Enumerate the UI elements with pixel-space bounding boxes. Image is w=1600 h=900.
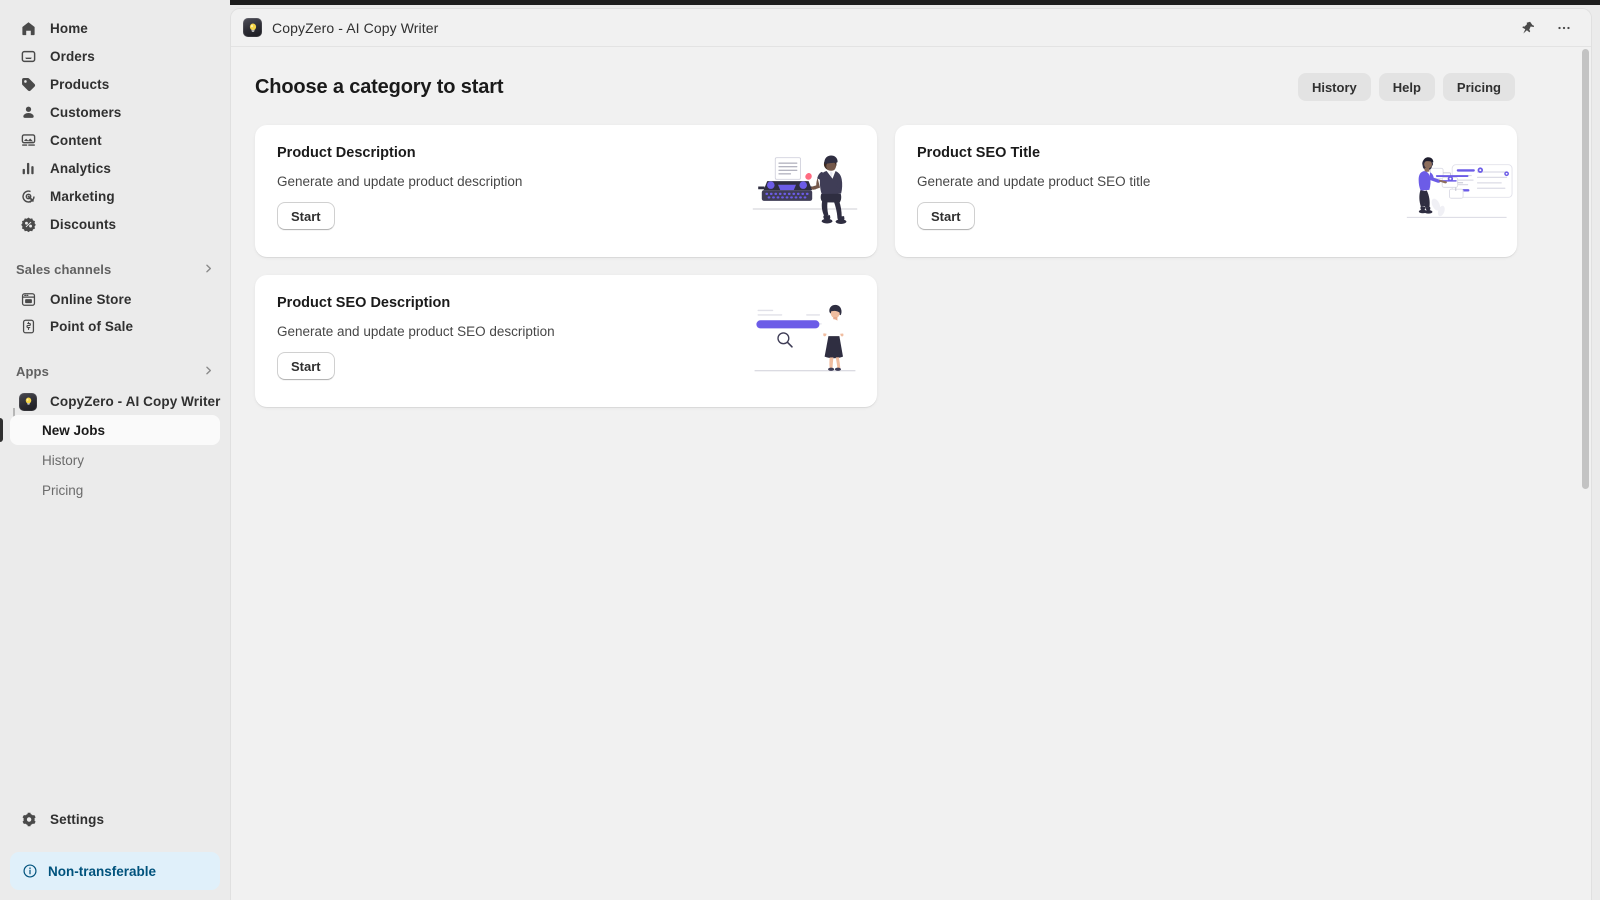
sidebar-item-label: Analytics	[50, 161, 111, 176]
sidebar-section-sales-channels[interactable]: Sales channels	[0, 256, 230, 282]
app-topbar: CopyZero - AI Copy Writer	[231, 9, 1591, 47]
sidebar-item-label: Point of Sale	[50, 319, 133, 334]
section-title: Apps	[16, 364, 49, 379]
section-title: Sales channels	[16, 262, 111, 277]
pin-icon[interactable]	[1515, 15, 1541, 41]
page-title: Choose a category to start	[255, 76, 503, 99]
sidebar-item-label: Discounts	[50, 217, 116, 232]
content-inner: Choose a category to start History Help …	[231, 47, 1541, 431]
sidebar-item-history[interactable]: History	[10, 445, 220, 475]
typewriter-person-illustration	[751, 152, 859, 230]
sidebar-item-new-jobs[interactable]: New Jobs	[10, 415, 220, 445]
sidebar-item-label: Home	[50, 21, 88, 36]
sidebar-app-subnav: New Jobs History Pricing	[0, 415, 230, 505]
sidebar-item-marketing[interactable]: Marketing	[10, 182, 220, 210]
card-subtitle: Generate and update product description	[277, 174, 855, 189]
main-area: CopyZero - AI Copy Writer Choose a categ…	[230, 0, 1600, 900]
category-card-product-description[interactable]: Product Description Generate and update …	[255, 125, 877, 257]
sidebar: Home Orders Products Customers	[0, 0, 230, 900]
sidebar-item-label: Customers	[50, 105, 121, 120]
page-header: Choose a category to start History Help …	[255, 73, 1517, 101]
sidebar-item-point-of-sale[interactable]: Point of Sale	[10, 313, 220, 340]
more-horizontal-icon[interactable]	[1551, 15, 1577, 41]
copyzero-app-icon	[243, 18, 262, 37]
help-button[interactable]: Help	[1379, 73, 1435, 101]
content-image-icon	[18, 130, 38, 150]
sidebar-item-label: CopyZero - AI Copy Writer	[50, 394, 221, 409]
category-card-product-seo-title[interactable]: Product SEO Title Generate and update pr…	[895, 125, 1517, 257]
sidebar-item-orders[interactable]: Orders	[10, 42, 220, 70]
home-icon	[18, 18, 38, 38]
start-button[interactable]: Start	[917, 202, 975, 230]
marketing-target-icon	[18, 186, 38, 206]
sidebar-item-label: New Jobs	[42, 423, 105, 438]
sidebar-item-content[interactable]: Content	[10, 126, 220, 154]
sidebar-item-analytics[interactable]: Analytics	[10, 154, 220, 182]
sidebar-sales-channels-nav: Online Store Point of Sale	[0, 286, 230, 340]
vertical-scrollbar[interactable]	[1582, 49, 1589, 489]
chevron-right-icon	[203, 263, 214, 276]
sidebar-item-label: Products	[50, 77, 109, 92]
sidebar-item-customers[interactable]: Customers	[10, 98, 220, 126]
sidebar-primary-nav: Home Orders Products Customers	[0, 14, 230, 238]
card-title: Product Description	[277, 145, 855, 161]
woman-flowchart-illustration	[1395, 152, 1513, 230]
sidebar-item-label: Settings	[50, 812, 104, 827]
start-button[interactable]: Start	[277, 352, 335, 380]
gear-icon	[18, 809, 38, 829]
history-button[interactable]: History	[1298, 73, 1371, 101]
card-title: Product SEO Description	[277, 295, 855, 311]
sidebar-item-label: History	[42, 453, 84, 468]
products-tag-icon	[18, 74, 38, 94]
card-subtitle: Generate and update product SEO descript…	[277, 324, 855, 339]
sidebar-item-copyzero-app[interactable]: CopyZero - AI Copy Writer	[10, 388, 220, 415]
header-actions: History Help Pricing	[1298, 73, 1515, 101]
chevron-right-icon	[203, 365, 214, 378]
sidebar-apps-nav: CopyZero - AI Copy Writer	[0, 388, 230, 415]
analytics-bars-icon	[18, 158, 38, 178]
banner-label: Non-transferable	[48, 864, 156, 879]
sidebar-item-label: Orders	[50, 49, 95, 64]
point-of-sale-icon	[18, 317, 38, 337]
sidebar-item-pricing[interactable]: Pricing	[10, 475, 220, 505]
start-button[interactable]: Start	[277, 202, 335, 230]
category-card-grid: Product Description Generate and update …	[255, 125, 1517, 407]
sidebar-item-products[interactable]: Products	[10, 70, 220, 98]
sidebar-item-home[interactable]: Home	[10, 14, 220, 42]
sidebar-item-label: Pricing	[42, 483, 83, 498]
sidebar-section-apps[interactable]: Apps	[0, 358, 230, 384]
pricing-button[interactable]: Pricing	[1443, 73, 1515, 101]
customers-person-icon	[18, 102, 38, 122]
app-title: CopyZero - AI Copy Writer	[272, 20, 438, 36]
sidebar-item-label: Content	[50, 133, 102, 148]
search-bar-woman-illustration	[751, 302, 859, 380]
info-circle-icon	[22, 863, 38, 879]
sidebar-item-label: Marketing	[50, 189, 115, 204]
embedded-app-frame: CopyZero - AI Copy Writer Choose a categ…	[230, 8, 1592, 900]
sidebar-item-label: Online Store	[50, 292, 131, 307]
sidebar-item-online-store[interactable]: Online Store	[10, 286, 220, 313]
card-subtitle: Generate and update product SEO title	[917, 174, 1495, 189]
orders-inbox-icon	[18, 46, 38, 66]
copyzero-app-icon	[18, 392, 38, 412]
card-title: Product SEO Title	[917, 145, 1495, 161]
category-card-product-seo-description[interactable]: Product SEO Description Generate and upd…	[255, 275, 877, 407]
non-transferable-banner: Non-transferable	[10, 852, 220, 890]
sidebar-bottom: Settings Non-transferable	[0, 804, 230, 900]
sidebar-item-discounts[interactable]: Discounts	[10, 210, 220, 238]
app-root: Home Orders Products Customers	[0, 0, 1600, 900]
discounts-badge-icon	[18, 214, 38, 234]
online-store-icon	[18, 290, 38, 310]
app-content: Choose a category to start History Help …	[231, 47, 1591, 900]
sidebar-item-settings[interactable]: Settings	[10, 804, 220, 834]
